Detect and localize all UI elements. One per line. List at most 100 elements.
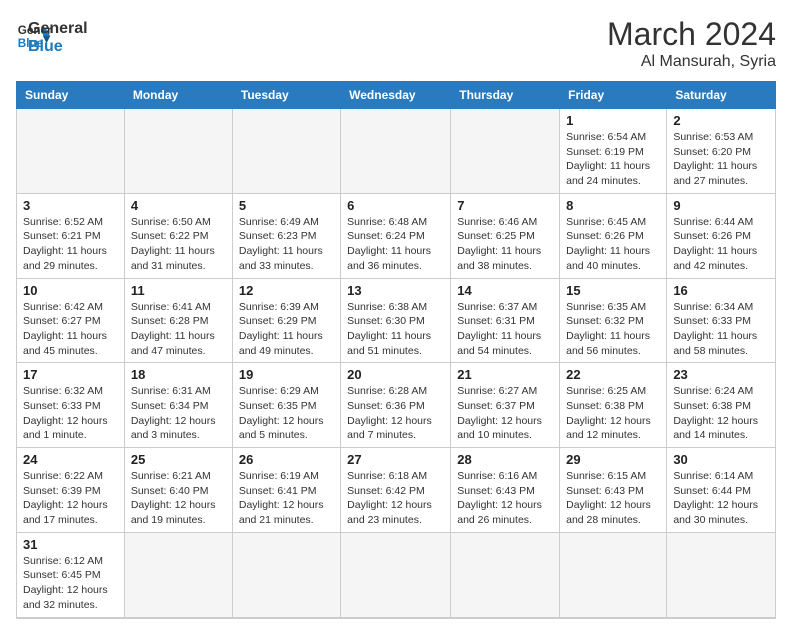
calendar-cell: 5Sunrise: 6:49 AM Sunset: 6:23 PM Daylig… (232, 193, 340, 278)
calendar-cell: 27 Sunrise: 6:18 AM Sunset: 6:42 PM Dayli… (341, 448, 451, 533)
day-info: Sunrise: 6:34 AM Sunset: 6:33 PM Dayligh… (673, 300, 769, 359)
calendar-cell: 20 Sunrise: 6:28 AM Sunset: 6:36 PM Dayli… (341, 363, 451, 448)
calendar-cell (667, 532, 776, 617)
calendar-cell (232, 109, 340, 194)
header: General Blue General Blue March 2024 Al … (16, 16, 776, 71)
day-number: 20 (347, 367, 444, 382)
calendar-header-row: SundayMondayTuesdayWednesdayThursdayFrid… (17, 82, 776, 109)
day-number: 19 (239, 367, 334, 382)
day-number: 23 (673, 367, 769, 382)
col-header-saturday: Saturday (667, 82, 776, 109)
day-info: Sunrise: 6:29 AM Sunset: 6:35 PM Dayligh… (239, 384, 334, 443)
day-number: 4 (131, 198, 226, 213)
calendar-cell: 12Sunrise: 6:39 AM Sunset: 6:29 PM Dayli… (232, 278, 340, 363)
day-info: Sunrise: 6:31 AM Sunset: 6:34 PM Dayligh… (131, 384, 226, 443)
day-number: 16 (673, 283, 769, 298)
calendar-cell: 21Sunrise: 6:27 AM Sunset: 6:37 PM Dayli… (451, 363, 560, 448)
day-info: Sunrise: 6:46 AM Sunset: 6:25 PM Dayligh… (457, 215, 553, 274)
day-info: Sunrise: 6:53 AM Sunset: 6:20 PM Dayligh… (673, 130, 769, 189)
location: Al Mansurah, Syria (607, 53, 776, 71)
day-info: Sunrise: 6:28 AM Sunset: 6:36 PM Dayligh… (347, 384, 444, 443)
day-number: 2 (673, 113, 769, 128)
calendar-table: SundayMondayTuesdayWednesdayThursdayFrid… (16, 81, 776, 619)
day-number: 1 (566, 113, 660, 128)
calendar-cell: 15Sunrise: 6:35 AM Sunset: 6:32 PM Dayli… (560, 278, 667, 363)
day-number: 11 (131, 283, 226, 298)
calendar-cell: 14 Sunrise: 6:37 AM Sunset: 6:31 PM Dayli… (451, 278, 560, 363)
day-info: Sunrise: 6:15 AM Sunset: 6:43 PM Dayligh… (566, 469, 660, 528)
calendar-cell: 17 Sunrise: 6:32 AM Sunset: 6:33 PM Dayli… (17, 363, 125, 448)
calendar-cell (341, 109, 451, 194)
week-row-5: 24Sunrise: 6:22 AM Sunset: 6:39 PM Dayli… (17, 448, 776, 533)
day-info: Sunrise: 6:39 AM Sunset: 6:29 PM Dayligh… (239, 300, 334, 359)
calendar-cell (451, 109, 560, 194)
calendar-cell: 13 Sunrise: 6:38 AM Sunset: 6:30 PM Dayli… (341, 278, 451, 363)
day-number: 29 (566, 452, 660, 467)
calendar-cell: 23Sunrise: 6:24 AM Sunset: 6:38 PM Dayli… (667, 363, 776, 448)
day-info: Sunrise: 6:42 AM Sunset: 6:27 PM Dayligh… (23, 300, 118, 359)
calendar-cell: 9 Sunrise: 6:44 AM Sunset: 6:26 PM Daylig… (667, 193, 776, 278)
calendar-cell: 25 Sunrise: 6:21 AM Sunset: 6:40 PM Dayli… (124, 448, 232, 533)
day-info: Sunrise: 6:21 AM Sunset: 6:40 PM Dayligh… (131, 469, 226, 528)
calendar-cell: 1 Sunrise: 6:54 AM Sunset: 6:19 PM Daylig… (560, 109, 667, 194)
day-info: Sunrise: 6:14 AM Sunset: 6:44 PM Dayligh… (673, 469, 769, 528)
col-header-wednesday: Wednesday (341, 82, 451, 109)
day-number: 27 (347, 452, 444, 467)
day-info: Sunrise: 6:50 AM Sunset: 6:22 PM Dayligh… (131, 215, 226, 274)
calendar-cell: 29 Sunrise: 6:15 AM Sunset: 6:43 PM Dayli… (560, 448, 667, 533)
day-number: 3 (23, 198, 118, 213)
day-info: Sunrise: 6:52 AM Sunset: 6:21 PM Dayligh… (23, 215, 118, 274)
week-row-4: 17 Sunrise: 6:32 AM Sunset: 6:33 PM Dayli… (17, 363, 776, 448)
day-number: 13 (347, 283, 444, 298)
day-number: 8 (566, 198, 660, 213)
day-info: Sunrise: 6:44 AM Sunset: 6:26 PM Dayligh… (673, 215, 769, 274)
calendar-cell: 8 Sunrise: 6:45 AM Sunset: 6:26 PM Daylig… (560, 193, 667, 278)
day-info: Sunrise: 6:37 AM Sunset: 6:31 PM Dayligh… (457, 300, 553, 359)
calendar-cell: 16 Sunrise: 6:34 AM Sunset: 6:33 PM Dayli… (667, 278, 776, 363)
calendar-cell: 22 Sunrise: 6:25 AM Sunset: 6:38 PM Dayli… (560, 363, 667, 448)
day-number: 22 (566, 367, 660, 382)
month-year: March 2024 (607, 16, 776, 53)
calendar-cell: 2 Sunrise: 6:53 AM Sunset: 6:20 PM Daylig… (667, 109, 776, 194)
day-info: Sunrise: 6:18 AM Sunset: 6:42 PM Dayligh… (347, 469, 444, 528)
day-info: Sunrise: 6:48 AM Sunset: 6:24 PM Dayligh… (347, 215, 444, 274)
day-info: Sunrise: 6:54 AM Sunset: 6:19 PM Dayligh… (566, 130, 660, 189)
day-number: 14 (457, 283, 553, 298)
calendar-cell: 10Sunrise: 6:42 AM Sunset: 6:27 PM Dayli… (17, 278, 125, 363)
day-number: 26 (239, 452, 334, 467)
calendar-cell: 6 Sunrise: 6:48 AM Sunset: 6:24 PM Daylig… (341, 193, 451, 278)
day-number: 25 (131, 452, 226, 467)
day-info: Sunrise: 6:16 AM Sunset: 6:43 PM Dayligh… (457, 469, 553, 528)
day-info: Sunrise: 6:38 AM Sunset: 6:30 PM Dayligh… (347, 300, 444, 359)
day-number: 24 (23, 452, 118, 467)
calendar-cell (124, 109, 232, 194)
week-row-2: 3 Sunrise: 6:52 AM Sunset: 6:21 PM Daylig… (17, 193, 776, 278)
calendar-cell (232, 532, 340, 617)
calendar-cell: 19 Sunrise: 6:29 AM Sunset: 6:35 PM Dayli… (232, 363, 340, 448)
calendar-cell (124, 532, 232, 617)
col-header-thursday: Thursday (451, 82, 560, 109)
day-number: 28 (457, 452, 553, 467)
title-block: March 2024 Al Mansurah, Syria (607, 16, 776, 71)
day-info: Sunrise: 6:45 AM Sunset: 6:26 PM Dayligh… (566, 215, 660, 274)
day-number: 31 (23, 537, 118, 552)
day-number: 17 (23, 367, 118, 382)
calendar-cell (341, 532, 451, 617)
calendar-cell: 7Sunrise: 6:46 AM Sunset: 6:25 PM Daylig… (451, 193, 560, 278)
day-info: Sunrise: 6:25 AM Sunset: 6:38 PM Dayligh… (566, 384, 660, 443)
week-row-3: 10Sunrise: 6:42 AM Sunset: 6:27 PM Dayli… (17, 278, 776, 363)
day-number: 6 (347, 198, 444, 213)
calendar-cell: 11 Sunrise: 6:41 AM Sunset: 6:28 PM Dayli… (124, 278, 232, 363)
day-info: Sunrise: 6:35 AM Sunset: 6:32 PM Dayligh… (566, 300, 660, 359)
day-number: 9 (673, 198, 769, 213)
calendar-cell (17, 109, 125, 194)
day-info: Sunrise: 6:41 AM Sunset: 6:28 PM Dayligh… (131, 300, 226, 359)
week-row-6: 31 Sunrise: 6:12 AM Sunset: 6:45 PM Dayli… (17, 532, 776, 617)
day-number: 18 (131, 367, 226, 382)
day-info: Sunrise: 6:12 AM Sunset: 6:45 PM Dayligh… (23, 554, 118, 613)
day-number: 30 (673, 452, 769, 467)
calendar-cell: 4 Sunrise: 6:50 AM Sunset: 6:22 PM Daylig… (124, 193, 232, 278)
calendar-cell: 26Sunrise: 6:19 AM Sunset: 6:41 PM Dayli… (232, 448, 340, 533)
day-number: 5 (239, 198, 334, 213)
day-info: Sunrise: 6:32 AM Sunset: 6:33 PM Dayligh… (23, 384, 118, 443)
